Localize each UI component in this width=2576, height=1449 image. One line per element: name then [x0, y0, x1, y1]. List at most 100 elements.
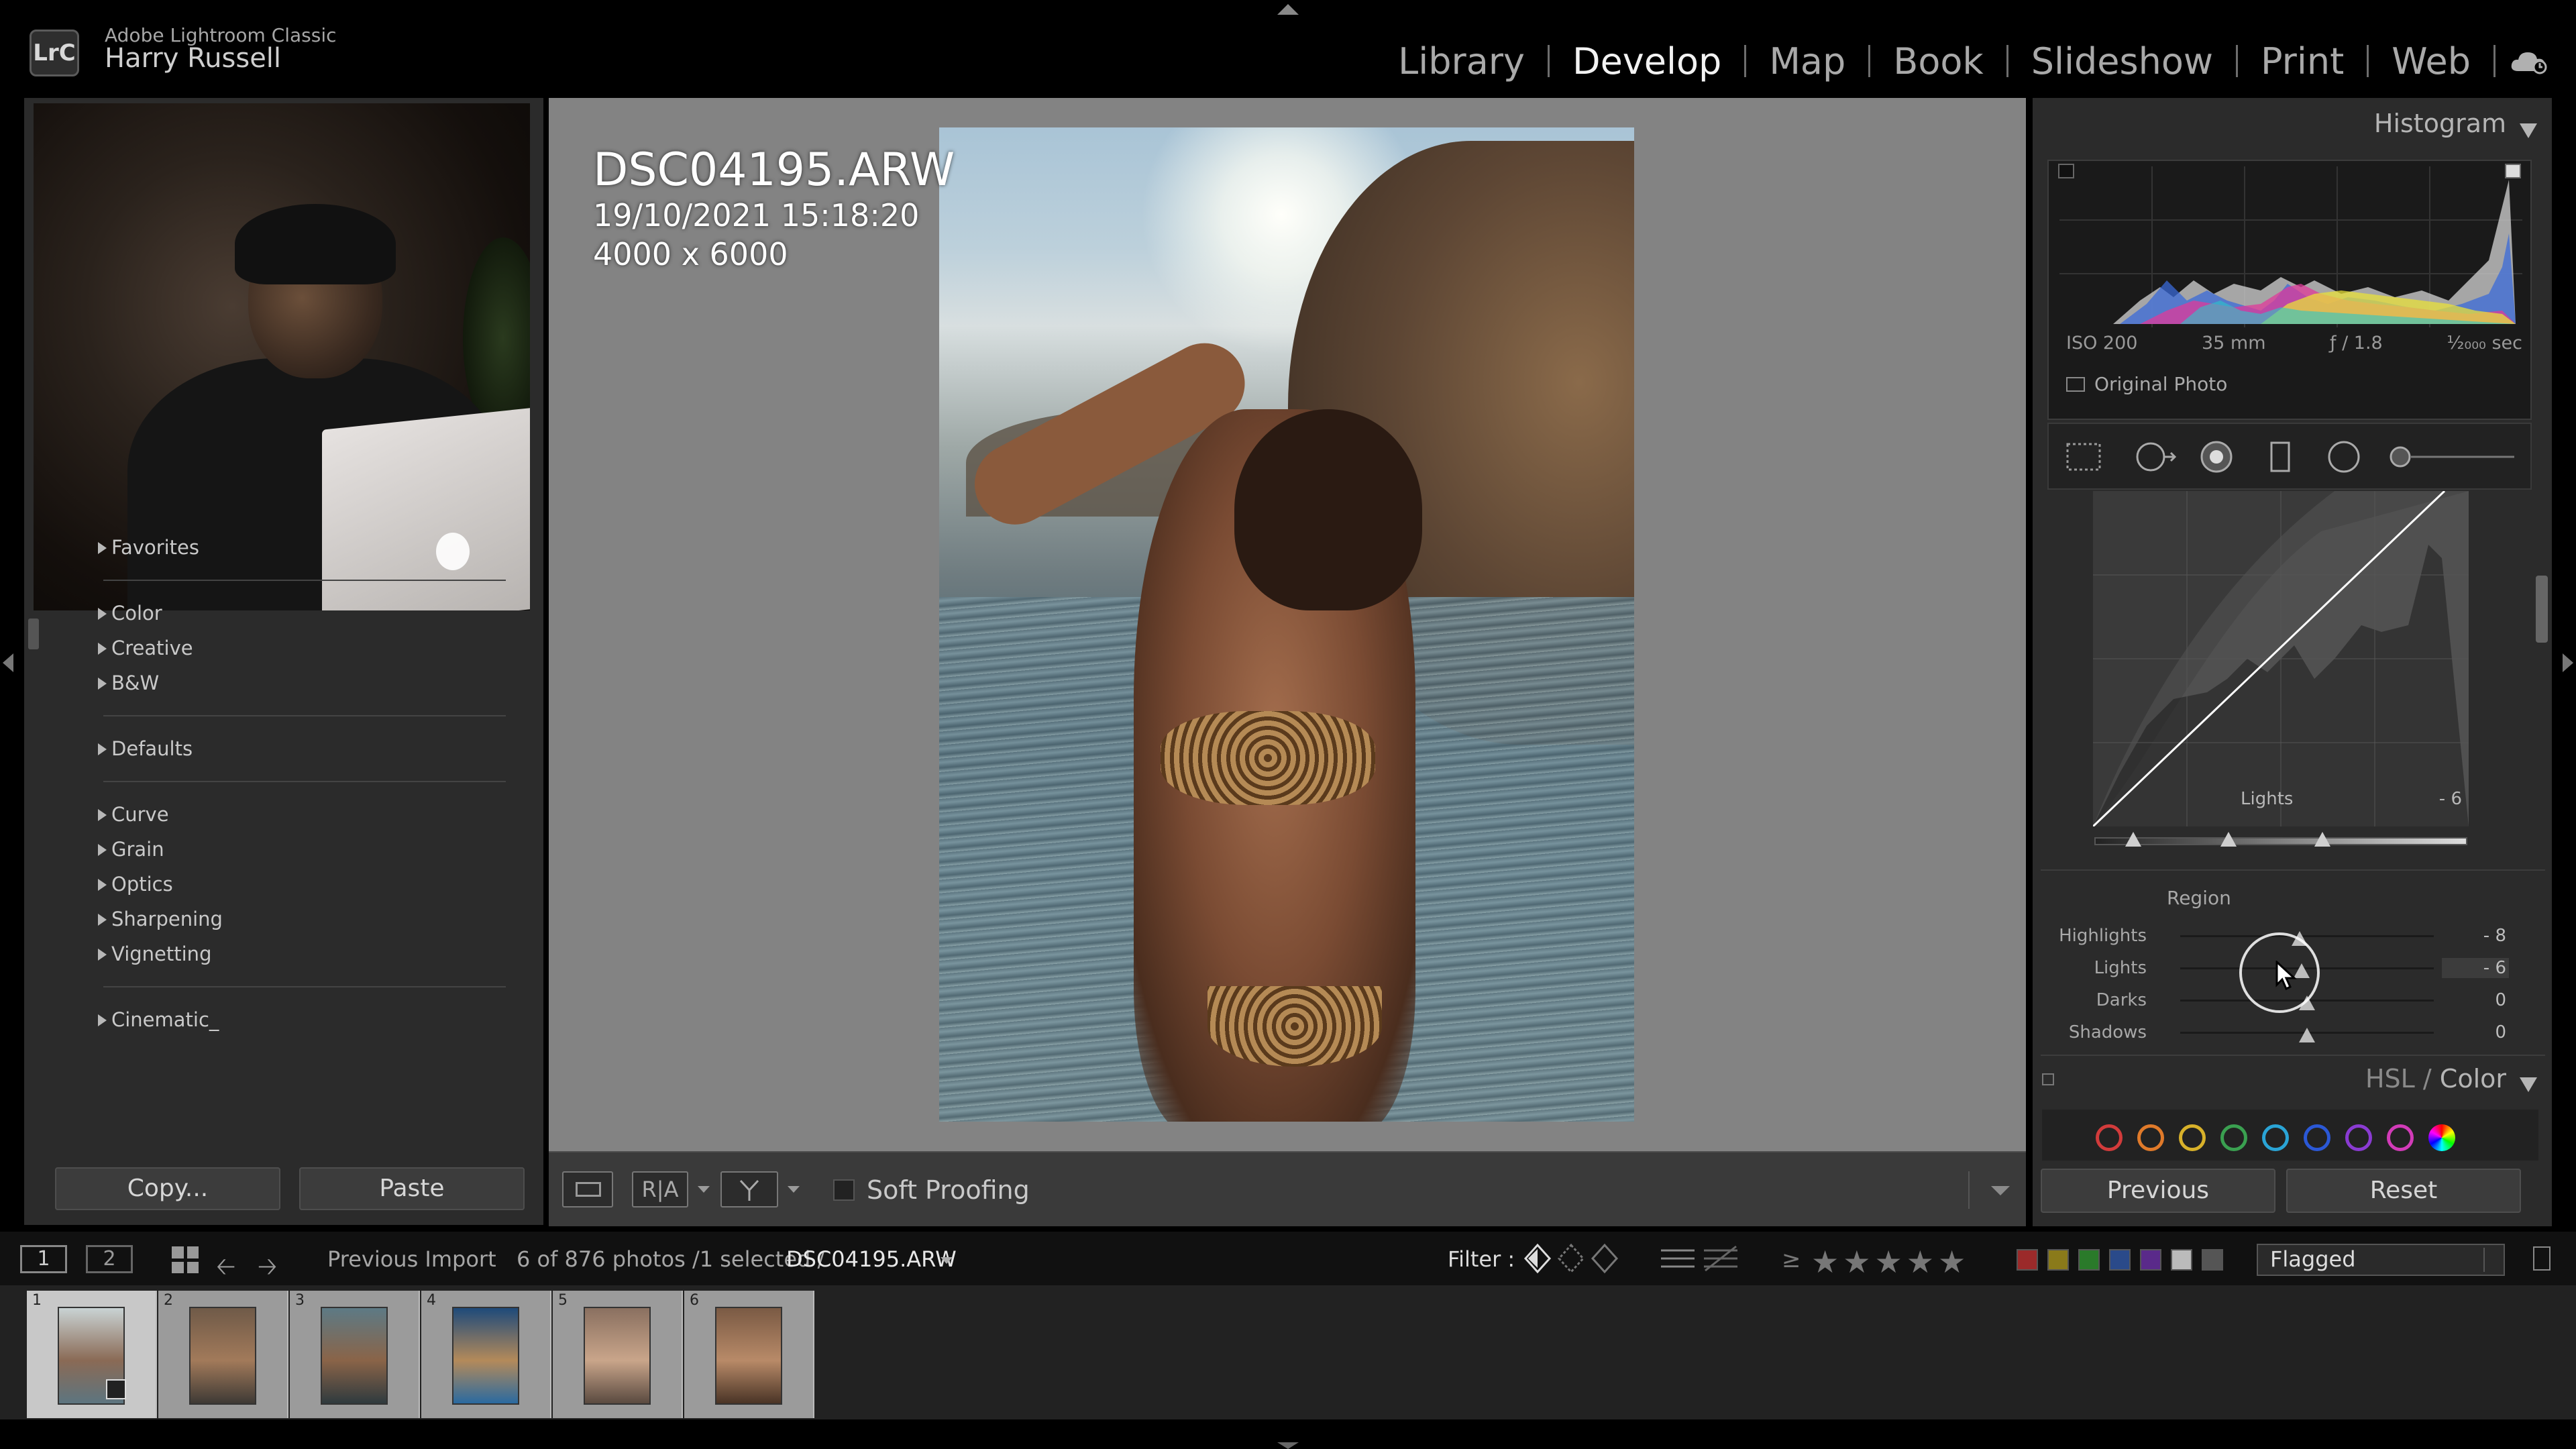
slider-value[interactable]: - 8: [2442, 926, 2509, 946]
preset-folder[interactable]: Cinematic_: [34, 1002, 517, 1037]
color-swatch-icon[interactable]: [2387, 1124, 2414, 1151]
collapse-triangle-icon[interactable]: [2520, 123, 2537, 138]
color-swatch-icon[interactable]: [2262, 1124, 2289, 1151]
hsl-tab[interactable]: HSL: [2365, 1064, 2415, 1093]
preset-folder[interactable]: Curve: [34, 797, 517, 832]
preset-folder[interactable]: Defaults: [34, 731, 517, 766]
disclosure-triangle-icon[interactable]: [98, 809, 107, 821]
module-book[interactable]: Book: [1870, 40, 2006, 83]
filmstrip-thumbnail[interactable]: 4: [421, 1291, 551, 1418]
all-colors-swatch-icon[interactable]: [2428, 1124, 2455, 1151]
module-develop[interactable]: Develop: [1550, 40, 1744, 83]
paste-settings-button[interactable]: Paste: [299, 1167, 525, 1210]
rating-filter-stars[interactable]: ★★★★★: [1811, 1244, 1970, 1280]
filmstrip-thumbnail[interactable]: 2: [158, 1291, 288, 1418]
filmstrip-thumbnail[interactable]: 1: [27, 1291, 157, 1418]
graduated-filter-icon[interactable]: [2263, 440, 2297, 474]
color-label-swatch[interactable]: [2078, 1249, 2100, 1271]
next-arrow-icon[interactable]: 🡢: [258, 1249, 277, 1290]
painter-tool-button[interactable]: [720, 1171, 778, 1208]
disclosure-triangle-icon[interactable]: [98, 914, 107, 926]
module-slideshow[interactable]: Slideshow: [2008, 40, 2236, 83]
preset-folder[interactable]: Creative: [34, 631, 517, 665]
before-after-dropdown-icon[interactable]: [698, 1186, 710, 1193]
color-label-swatch[interactable]: [2017, 1249, 2038, 1271]
filmstrip-thumbnail[interactable]: 3: [290, 1291, 420, 1418]
highlight-clipping-icon[interactable]: [2505, 164, 2521, 178]
filter-lock-icon[interactable]: [2533, 1246, 2551, 1271]
adjustment-brush-icon[interactable]: [2387, 440, 2521, 474]
preset-folder[interactable]: B&W: [34, 665, 517, 700]
primary-window-button[interactable]: 1: [20, 1245, 67, 1273]
color-label-swatch[interactable]: [2171, 1249, 2192, 1271]
highlights-split-handle[interactable]: [2314, 832, 2330, 847]
cloud-sync-icon[interactable]: [2509, 48, 2549, 75]
disclosure-triangle-icon[interactable]: [98, 542, 107, 554]
color-label-swatch[interactable]: [2202, 1249, 2223, 1271]
bottom-panel-toggle-icon[interactable]: [1277, 1442, 1299, 1449]
slider-value[interactable]: - 6: [2442, 958, 2509, 978]
module-library[interactable]: Library: [1375, 40, 1548, 83]
spot-removal-icon[interactable]: [2133, 440, 2180, 474]
preset-folder[interactable]: Favorites: [34, 530, 517, 565]
red-eye-icon[interactable]: [2196, 440, 2237, 474]
reset-button[interactable]: Reset: [2286, 1169, 2521, 1213]
module-print[interactable]: Print: [2238, 40, 2367, 83]
preset-folder[interactable]: Sharpening: [34, 902, 517, 936]
filmstrip-thumbnail[interactable]: 6: [684, 1291, 814, 1418]
disclosure-triangle-icon[interactable]: [98, 879, 107, 891]
secondary-window-button[interactable]: 2: [86, 1245, 133, 1273]
color-swatch-icon[interactable]: [2345, 1124, 2372, 1151]
module-map[interactable]: Map: [1746, 40, 1868, 83]
disclosure-triangle-icon[interactable]: [98, 643, 107, 655]
color-swatch-icon[interactable]: [2179, 1124, 2206, 1151]
color-label-swatch[interactable]: [2109, 1249, 2131, 1271]
original-photo-checkbox[interactable]: [2066, 376, 2085, 392]
filmstrip-thumbnail[interactable]: 5: [553, 1291, 683, 1418]
left-panel-toggle-icon[interactable]: [3, 653, 13, 672]
color-swatch-icon[interactable]: [2137, 1124, 2164, 1151]
color-label-swatch[interactable]: [2140, 1249, 2161, 1271]
selected-filename[interactable]: DSC04195.ARW: [786, 1246, 957, 1272]
soft-proofing-checkbox[interactable]: [833, 1179, 855, 1201]
hsl-color-header[interactable]: HSL / Color: [2033, 1064, 2537, 1102]
previous-arrow-icon[interactable]: 🡠: [216, 1249, 235, 1290]
color-tab[interactable]: Color: [2440, 1064, 2506, 1093]
loupe-view-button[interactable]: [562, 1171, 613, 1208]
photo-canvas[interactable]: DSC04195.ARW 19/10/2021 15:18:20 4000 x …: [549, 98, 2026, 1151]
slider-value[interactable]: 0: [2442, 990, 2509, 1010]
disclosure-triangle-icon[interactable]: [98, 743, 107, 755]
collapse-triangle-icon[interactable]: [2520, 1077, 2537, 1092]
slider-value[interactable]: 0: [2442, 1022, 2509, 1042]
preset-folder[interactable]: Grain: [34, 832, 517, 867]
grid-view-icon[interactable]: [172, 1246, 199, 1273]
preset-folder[interactable]: Optics: [34, 867, 517, 902]
painter-dropdown-icon[interactable]: [788, 1186, 800, 1193]
color-label-swatch[interactable]: [2047, 1249, 2069, 1271]
shadow-clipping-icon[interactable]: [2058, 164, 2074, 178]
crop-grid-icon[interactable]: [2063, 440, 2104, 474]
before-after-button[interactable]: R|A: [632, 1171, 688, 1208]
edit-status-filter-icons[interactable]: [1658, 1241, 1741, 1276]
disclosure-triangle-icon[interactable]: [98, 608, 107, 620]
main-photo[interactable]: [939, 127, 1634, 1122]
color-swatch-icon[interactable]: [2096, 1124, 2123, 1151]
preset-folder[interactable]: Vignetting: [34, 936, 517, 971]
midtones-split-handle[interactable]: [2220, 832, 2237, 847]
radial-filter-icon[interactable]: [2324, 440, 2364, 474]
copy-settings-button[interactable]: Copy...: [55, 1167, 280, 1210]
preset-folder[interactable]: Color: [34, 596, 517, 631]
previous-button[interactable]: Previous: [2041, 1169, 2275, 1213]
rating-comparison[interactable]: ≥: [1782, 1246, 1801, 1273]
curve-split-bar[interactable]: [2094, 837, 2467, 845]
disclosure-triangle-icon[interactable]: [98, 949, 107, 961]
module-web[interactable]: Web: [2369, 40, 2493, 83]
histogram[interactable]: ISO 200 35 mm ƒ / 1.8 ¹⁄₂₀₀₀ sec Origina…: [2047, 160, 2532, 420]
filmstrip-source[interactable]: Previous Import: [327, 1246, 496, 1272]
toolbar-content-dropdown-icon[interactable]: [1991, 1186, 2010, 1195]
shadows-split-handle[interactable]: [2125, 832, 2141, 847]
disclosure-triangle-icon[interactable]: [98, 1014, 107, 1026]
top-panel-toggle-icon[interactable]: [1277, 4, 1299, 15]
histogram-header[interactable]: Histogram: [2033, 109, 2537, 149]
right-panel-scrollbar[interactable]: [2536, 576, 2548, 643]
